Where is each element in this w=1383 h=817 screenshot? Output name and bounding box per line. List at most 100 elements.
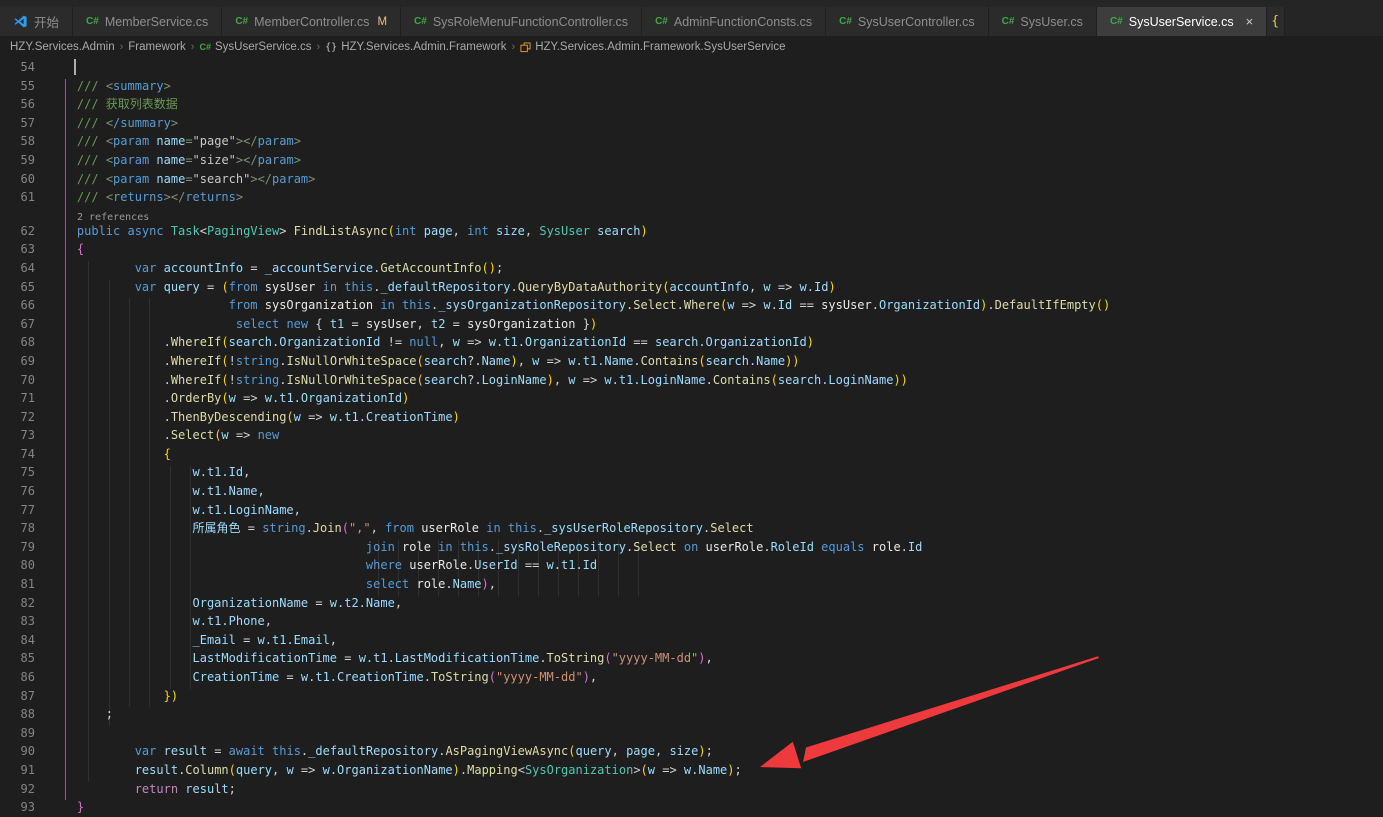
code-line[interactable]: 93 } bbox=[0, 798, 1383, 817]
code-line[interactable]: 87 }) bbox=[0, 687, 1383, 706]
code-line[interactable]: 62 public async Task<PagingView> FindLis… bbox=[0, 222, 1383, 241]
code-line[interactable]: 56 /// 获取列表数据 bbox=[0, 95, 1383, 114]
line-number[interactable]: 88 bbox=[0, 705, 48, 724]
line-number[interactable]: 76 bbox=[0, 482, 48, 501]
line-number[interactable]: 93 bbox=[0, 798, 48, 817]
line-number[interactable]: 84 bbox=[0, 631, 48, 650]
code-line[interactable]: 91 result.Column(query, w => w.Organizat… bbox=[0, 761, 1383, 780]
code-line[interactable]: 89 bbox=[0, 724, 1383, 743]
code-line[interactable]: 57 /// </summary> bbox=[0, 114, 1383, 133]
tab-[interactable]: 开始 bbox=[0, 7, 73, 36]
close-icon[interactable]: × bbox=[1246, 14, 1254, 29]
code-line[interactable]: 63 { bbox=[0, 240, 1383, 259]
code-line[interactable]: 88 ; bbox=[0, 705, 1383, 724]
line-number[interactable]: 78 bbox=[0, 519, 48, 538]
line-number[interactable]: 69 bbox=[0, 352, 48, 371]
line-number[interactable]: 70 bbox=[0, 371, 48, 390]
line-number[interactable]: 82 bbox=[0, 594, 48, 613]
code-line-text: /// 获取列表数据 bbox=[48, 95, 1383, 114]
line-number[interactable]: 79 bbox=[0, 538, 48, 557]
tab-AdminFunctionConsts.cs[interactable]: C#AdminFunctionConsts.cs bbox=[642, 7, 826, 36]
line-number[interactable]: 89 bbox=[0, 724, 48, 743]
breadcrumb-item[interactable]: {}HZY.Services.Admin.Framework bbox=[325, 41, 506, 53]
code-line[interactable]: 69 .WhereIf(!string.IsNullOrWhiteSpace(s… bbox=[0, 352, 1383, 371]
tab-SysUserController.cs[interactable]: C#SysUserController.cs bbox=[826, 7, 989, 36]
code-line[interactable]: 59 /// <param name="size"></param> bbox=[0, 151, 1383, 170]
breadcrumb-item[interactable]: HZY.Services.Admin bbox=[10, 41, 115, 53]
code-line[interactable]: 77 w.t1.LoginName, bbox=[0, 501, 1383, 520]
code-line[interactable]: 64 var accountInfo = _accountService.Get… bbox=[0, 259, 1383, 278]
line-number[interactable]: 91 bbox=[0, 761, 48, 780]
code-line-text: w.t1.Name, bbox=[48, 482, 1383, 501]
line-number[interactable]: 71 bbox=[0, 389, 48, 408]
code-line[interactable]: 72 .ThenByDescending(w => w.t1.CreationT… bbox=[0, 408, 1383, 427]
code-line[interactable]: 67 select new { t1 = sysUser, t2 = sysOr… bbox=[0, 315, 1383, 334]
code-line[interactable]: 92 return result; bbox=[0, 780, 1383, 799]
code-line[interactable]: 83 w.t1.Phone, bbox=[0, 612, 1383, 631]
code-line[interactable]: 82 OrganizationName = w.t2.Name, bbox=[0, 594, 1383, 613]
line-number[interactable]: 63 bbox=[0, 240, 48, 259]
line-number[interactable]: 72 bbox=[0, 408, 48, 427]
line-number[interactable]: 74 bbox=[0, 445, 48, 464]
code-line[interactable]: 80 where userRole.UserId == w.t1.Id bbox=[0, 556, 1383, 575]
code-line[interactable]: 84 _Email = w.t1.Email, bbox=[0, 631, 1383, 650]
line-number[interactable]: 54 bbox=[0, 58, 48, 77]
line-number[interactable]: 60 bbox=[0, 170, 48, 189]
indent-guide bbox=[558, 540, 559, 596]
line-number[interactable]: 90 bbox=[0, 742, 48, 761]
breadcrumb-item[interactable]: HZY.Services.Admin.Framework.SysUserServ… bbox=[520, 41, 785, 53]
line-number[interactable]: 68 bbox=[0, 333, 48, 352]
code-line[interactable]: 74 { bbox=[0, 445, 1383, 464]
tab-SysUserService.cs[interactable]: C#SysUserService.cs× bbox=[1097, 7, 1267, 36]
code-line[interactable]: 54 bbox=[0, 58, 1383, 77]
tab-MemberService.cs[interactable]: C#MemberService.cs bbox=[73, 7, 222, 36]
line-number[interactable]: 92 bbox=[0, 780, 48, 799]
line-number[interactable]: 58 bbox=[0, 132, 48, 151]
code-line[interactable]: 86 CreationTime = w.t1.CreationTime.ToSt… bbox=[0, 668, 1383, 687]
code-line[interactable]: 71 .OrderBy(w => w.t1.OrganizationId) bbox=[0, 389, 1383, 408]
code-line[interactable]: 85 LastModificationTime = w.t1.LastModif… bbox=[0, 649, 1383, 668]
code-editor[interactable]: 5455 /// <summary>56 /// 获取列表数据57 /// </… bbox=[0, 58, 1383, 816]
code-line[interactable]: 55 /// <summary> bbox=[0, 77, 1383, 96]
line-number[interactable]: 64 bbox=[0, 259, 48, 278]
tab-SysUser.cs[interactable]: C#SysUser.cs bbox=[989, 7, 1097, 36]
code-line[interactable]: 90 var result = await this._defaultRepos… bbox=[0, 742, 1383, 761]
line-number[interactable]: 57 bbox=[0, 114, 48, 133]
code-line[interactable]: 68 .WhereIf(search.OrganizationId != nul… bbox=[0, 333, 1383, 352]
code-line[interactable]: 75 w.t1.Id, bbox=[0, 463, 1383, 482]
code-line-text: /// <param name="size"></param> bbox=[48, 151, 1383, 170]
code-line[interactable]: 58 /// <param name="page"></param> bbox=[0, 132, 1383, 151]
tab-[interactable]: { bbox=[1267, 7, 1285, 36]
code-line[interactable]: 70 .WhereIf(!string.IsNullOrWhiteSpace(s… bbox=[0, 371, 1383, 390]
breadcrumb-item[interactable]: C#SysUserService.cs bbox=[199, 41, 311, 53]
code-line[interactable]: 78 所属角色 = string.Join(",", from userRole… bbox=[0, 519, 1383, 538]
code-line[interactable]: 66 from sysOrganization in this._sysOrga… bbox=[0, 296, 1383, 315]
code-line[interactable]: 79 join role in this._sysRoleRepository.… bbox=[0, 538, 1383, 557]
line-number[interactable]: 80 bbox=[0, 556, 48, 575]
code-line[interactable]: 81 select role.Name), bbox=[0, 575, 1383, 594]
line-number[interactable]: 56 bbox=[0, 95, 48, 114]
line-number[interactable]: 85 bbox=[0, 649, 48, 668]
line-number[interactable]: 66 bbox=[0, 296, 48, 315]
code-line[interactable]: 61 /// <returns></returns> bbox=[0, 188, 1383, 207]
tab-SysRoleMenuFunctionController.cs[interactable]: C#SysRoleMenuFunctionController.cs bbox=[401, 7, 642, 36]
line-number[interactable]: 83 bbox=[0, 612, 48, 631]
line-number[interactable]: 55 bbox=[0, 77, 48, 96]
line-number[interactable]: 62 bbox=[0, 222, 48, 241]
line-number[interactable]: 67 bbox=[0, 315, 48, 334]
line-number[interactable]: 61 bbox=[0, 188, 48, 207]
line-number[interactable]: 81 bbox=[0, 575, 48, 594]
line-number[interactable]: 77 bbox=[0, 501, 48, 520]
line-number[interactable]: 73 bbox=[0, 426, 48, 445]
line-number[interactable]: 86 bbox=[0, 668, 48, 687]
line-number[interactable]: 59 bbox=[0, 151, 48, 170]
tab-MemberController.cs[interactable]: C#MemberController.csM bbox=[222, 7, 401, 36]
code-line[interactable]: 76 w.t1.Name, bbox=[0, 482, 1383, 501]
line-number[interactable]: 65 bbox=[0, 278, 48, 297]
line-number[interactable]: 87 bbox=[0, 687, 48, 706]
line-number[interactable]: 75 bbox=[0, 463, 48, 482]
code-line[interactable]: 60 /// <param name="search"></param> bbox=[0, 170, 1383, 189]
code-line[interactable]: 65 var query = (from sysUser in this._de… bbox=[0, 278, 1383, 297]
code-line[interactable]: 73 .Select(w => new bbox=[0, 426, 1383, 445]
breadcrumb-item[interactable]: Framework bbox=[128, 41, 186, 53]
